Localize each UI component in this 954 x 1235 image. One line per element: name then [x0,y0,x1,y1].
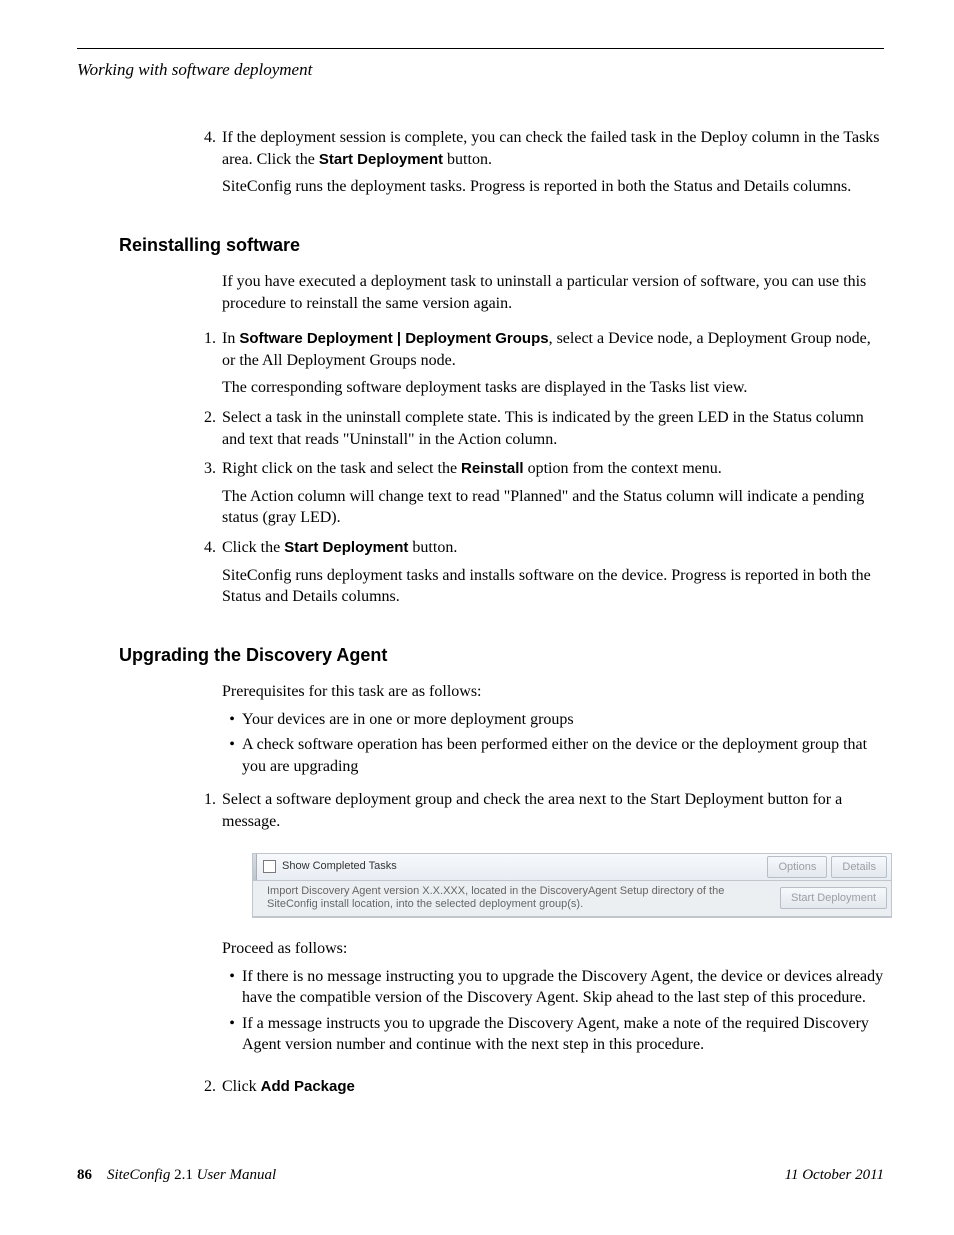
body-text: In [222,330,239,347]
upgrade-steps: 1. Select a software deployment group an… [192,789,884,1097]
bullet-icon: • [222,734,242,777]
page: Working with software deployment 4. If t… [0,0,954,1235]
ui-label-start-deployment: Start Deployment [284,539,408,556]
top-rule [77,48,884,49]
body-text: SiteConfig runs the deployment tasks. Pr… [222,176,884,198]
product-version: 2.1 [170,1167,196,1183]
details-button[interactable]: Details [831,856,887,878]
body-text: Select a task in the uninstall complete … [222,407,884,450]
page-number: 86 [77,1167,92,1183]
body-text: SiteConfig runs deployment tasks and ins… [222,565,884,608]
list-number: 3. [192,458,222,529]
prev-section-step: 4. If the deployment session is complete… [192,127,884,198]
body-text: Click [222,1078,261,1095]
list-item: If there is no message instructing you t… [242,966,892,1009]
grip-icon [253,854,257,880]
body-text: button. [408,539,457,556]
list-number: 2. [192,407,222,450]
start-deployment-button[interactable]: Start Deployment [780,887,887,909]
section-intro: If you have executed a deployment task t… [222,271,884,314]
bullet-icon: • [222,1013,242,1056]
list-number: 1. [192,328,222,399]
body-text: option from the context menu. [524,460,722,477]
body-text: The Action column will change text to re… [222,486,884,529]
body-text: Proceed as follows: [222,938,892,960]
list-item: A check software operation has been perf… [242,734,884,777]
page-footer: 86 SiteConfig 2.1 User Manual 11 October… [77,1165,884,1185]
ui-path: Software Deployment | Deployment Groups [239,330,548,347]
options-button[interactable]: Options [767,856,827,878]
prereq-list: •Your devices are in one or more deploym… [222,709,884,778]
footer-date: 11 October 2011 [785,1165,884,1185]
body-text: Right click on the task and select the [222,460,461,477]
list-item: If a message instructs you to upgrade th… [242,1013,892,1056]
list-number: 4. [192,537,222,608]
ui-label-start-deployment: Start Deployment [319,151,443,168]
body-text: Select a software deployment group and c… [222,791,842,830]
ui-label-reinstall: Reinstall [461,460,524,477]
section-heading-upgrading: Upgrading the Discovery Agent [119,643,884,667]
body-column: 4. If the deployment session is complete… [192,127,884,1098]
list-number: 1. [192,789,222,1068]
proceed-list: •If there is no message instructing you … [222,966,892,1056]
tasks-message-row: Import Discovery Agent version X.X.XXX, … [253,881,891,918]
section-heading-reinstalling: Reinstalling software [119,233,884,257]
product-name: SiteConfig [107,1167,170,1183]
body-text: The corresponding software deployment ta… [222,377,884,399]
list-number: 2. [192,1076,222,1098]
tasks-message: Import Discovery Agent version X.X.XXX, … [261,881,774,917]
section-intro: Prerequisites for this task are as follo… [222,681,884,703]
show-completed-label: Show Completed Tasks [282,859,397,874]
ui-label-add-package: Add Package [261,1078,355,1095]
body-text: button. [443,151,492,168]
list-item: Your devices are in one or more deployme… [242,709,884,731]
bullet-icon: • [222,966,242,1009]
reinstall-steps: 1. In Software Deployment | Deployment G… [192,328,884,608]
running-header: Working with software deployment [77,59,884,82]
bullet-icon: • [222,709,242,731]
body-text: Click the [222,539,284,556]
show-completed-checkbox[interactable] [263,860,276,873]
tasks-panel: Show Completed Tasks Options Details Imp… [252,853,892,919]
tasks-toolbar: Show Completed Tasks Options Details [253,853,891,881]
list-number: 4. [192,127,222,198]
doc-title: User Manual [197,1167,277,1183]
